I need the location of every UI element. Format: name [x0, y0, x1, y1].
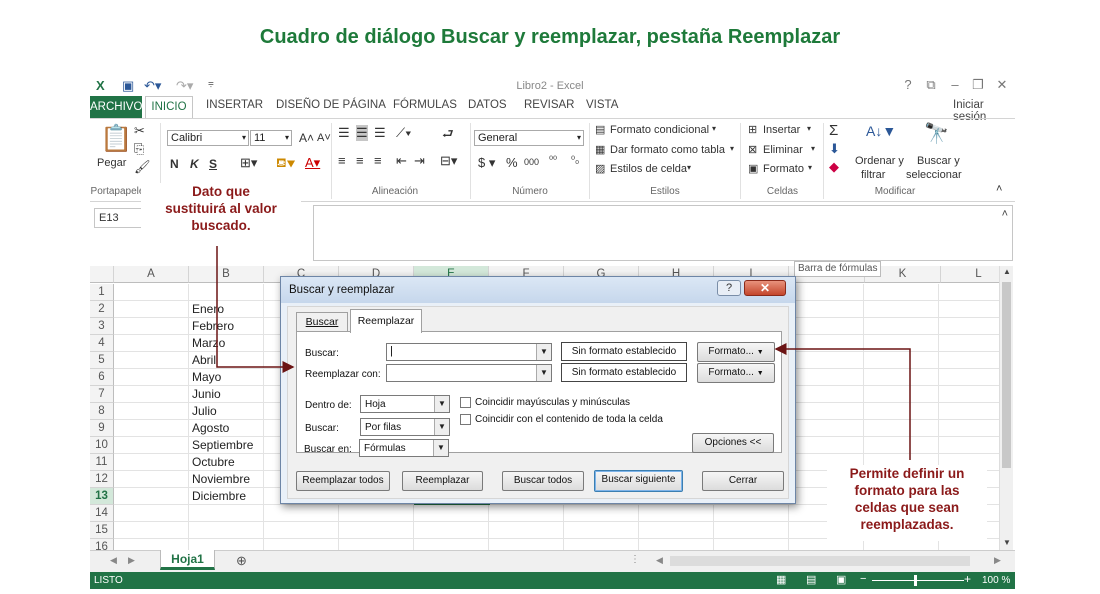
lookin-label: Buscar en: [304, 444, 352, 455]
callout-arrows [216, 246, 911, 460]
tab-reemplazar-label: Reemplazar [357, 315, 415, 327]
arrow-to-format-button [774, 343, 911, 460]
lookin-select[interactable]: Fórmulas ▼ [359, 439, 449, 457]
options-button[interactable]: Opciones << [692, 433, 774, 453]
arrow-to-replace-input [216, 246, 295, 373]
lookin-dropdown-icon[interactable]: ▼ [433, 440, 448, 456]
lookin-value: Fórmulas [364, 443, 406, 454]
tab-reemplazar[interactable]: Reemplazar [350, 309, 422, 333]
